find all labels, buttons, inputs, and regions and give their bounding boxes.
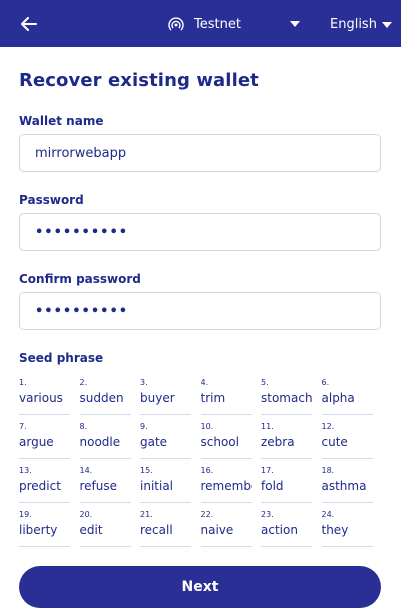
seed-word-number: 13. (19, 466, 32, 475)
seed-word-value: school (200, 435, 239, 449)
seed-word-number: 10. (200, 422, 214, 431)
seed-word-field[interactable]: 10. school (200, 419, 252, 459)
seed-word-value: liberty (19, 523, 58, 537)
seed-word-number: 7. (19, 422, 27, 431)
seed-word-value: fold (261, 479, 284, 493)
seed-word-field[interactable]: 22. naive (200, 507, 252, 547)
seed-word-value: naive (200, 523, 234, 537)
back-arrow-icon (21, 17, 37, 31)
top-bar: Testnet English (0, 0, 401, 47)
seed-word-number: 6. (321, 378, 330, 387)
caret-down-icon (290, 16, 300, 31)
seed-word-value: gate (140, 435, 168, 449)
seed-word-number: 9. (140, 422, 148, 431)
confirm-password-label: Confirm password (19, 272, 141, 286)
language-label: English (330, 16, 377, 32)
seed-word-value: recall (140, 523, 173, 537)
seed-word-field[interactable]: 18. asthma (321, 463, 373, 503)
seed-word-field[interactable]: 5. stomach (261, 375, 312, 415)
password-label: Password (19, 193, 84, 207)
language-selector[interactable]: English (330, 12, 392, 36)
seed-word-number: 22. (200, 510, 214, 519)
seed-word-value: remember (200, 479, 252, 493)
seed-word-value: initial (140, 479, 173, 493)
seed-word-field[interactable]: 12. cute (321, 419, 373, 459)
network-selector[interactable]: Testnet (168, 12, 308, 36)
seed-word-value: argue (19, 435, 54, 449)
seed-word-value: stomach (261, 391, 312, 405)
seed-word-field[interactable]: 21. recall (140, 507, 191, 547)
seed-word-number: 16. (200, 466, 214, 475)
seed-word-number: 18. (321, 466, 335, 475)
seed-word-field[interactable]: 4. trim (200, 375, 252, 415)
seed-word-value: refuse (79, 479, 118, 493)
seed-word-number: 4. (200, 378, 209, 387)
wallet-name-input[interactable]: mirrorwebapp (19, 134, 381, 172)
seed-word-number: 2. (79, 378, 88, 387)
seed-word-number: 21. (140, 510, 153, 519)
seed-word-field[interactable]: 2. sudden (79, 375, 131, 415)
seed-word-value: edit (79, 523, 103, 537)
seed-word-number: 19. (19, 510, 32, 519)
seed-word-field[interactable]: 13. predict (19, 463, 70, 503)
seed-word-number: 3. (140, 378, 148, 387)
seed-word-value: buyer (140, 391, 175, 405)
seed-word-field[interactable]: 24. they (321, 507, 373, 547)
seed-word-field[interactable]: 17. fold (261, 463, 312, 503)
seed-word-value: cute (321, 435, 348, 449)
seed-word-number: 15. (140, 466, 153, 475)
seed-word-value: noodle (79, 435, 121, 449)
seed-word-value: various (19, 391, 63, 405)
confirm-password-input[interactable]: •••••••••• (19, 292, 381, 330)
next-button[interactable]: Next (19, 566, 381, 608)
seed-word-number: 11. (261, 422, 274, 431)
seed-word-field[interactable]: 6. alpha (321, 375, 373, 415)
seed-word-field[interactable]: 23. action (261, 507, 312, 547)
seed-word-field[interactable]: 8. noodle (79, 419, 131, 459)
wallet-name-label: Wallet name (19, 114, 104, 128)
seed-word-value: predict (19, 479, 61, 493)
seed-word-field[interactable]: 3. buyer (140, 375, 191, 415)
seed-word-number: 24. (321, 510, 335, 519)
seed-word-value: asthma (321, 479, 367, 493)
seed-word-number: 14. (79, 466, 93, 475)
seed-phrase-label: Seed phrase (19, 351, 104, 365)
seed-word-number: 17. (261, 466, 274, 475)
network-label: Testnet (194, 16, 241, 32)
seed-word-field[interactable]: 16. remember (200, 463, 252, 503)
seed-word-field[interactable]: 14. refuse (79, 463, 131, 503)
seed-word-value: trim (200, 391, 226, 405)
seed-word-value: action (261, 523, 298, 537)
seed-word-field[interactable]: 11. zebra (261, 419, 312, 459)
seed-word-field[interactable]: 20. edit (79, 507, 131, 547)
password-input[interactable]: •••••••••• (19, 213, 381, 251)
back-button[interactable] (16, 11, 42, 37)
seed-word-number: 8. (79, 422, 88, 431)
seed-word-number: 20. (79, 510, 93, 519)
seed-word-number: 23. (261, 510, 274, 519)
seed-word-number: 1. (19, 378, 27, 387)
seed-word-value: sudden (79, 391, 124, 405)
seed-word-field[interactable]: 9. gate (140, 419, 191, 459)
seed-word-field[interactable]: 1. various (19, 375, 70, 415)
seed-word-field[interactable]: 15. initial (140, 463, 191, 503)
caret-down-icon (381, 17, 392, 32)
seed-word-value: alpha (321, 391, 355, 405)
page-title: Recover existing wallet (19, 70, 259, 91)
seed-word-value: they (321, 523, 349, 537)
seed-word-number: 12. (321, 422, 335, 431)
seed-word-number: 5. (261, 378, 269, 387)
seed-word-field[interactable]: 7. argue (19, 419, 70, 459)
network-signal-icon (168, 15, 186, 33)
seed-word-value: zebra (261, 435, 295, 449)
seed-word-field[interactable]: 19. liberty (19, 507, 70, 547)
